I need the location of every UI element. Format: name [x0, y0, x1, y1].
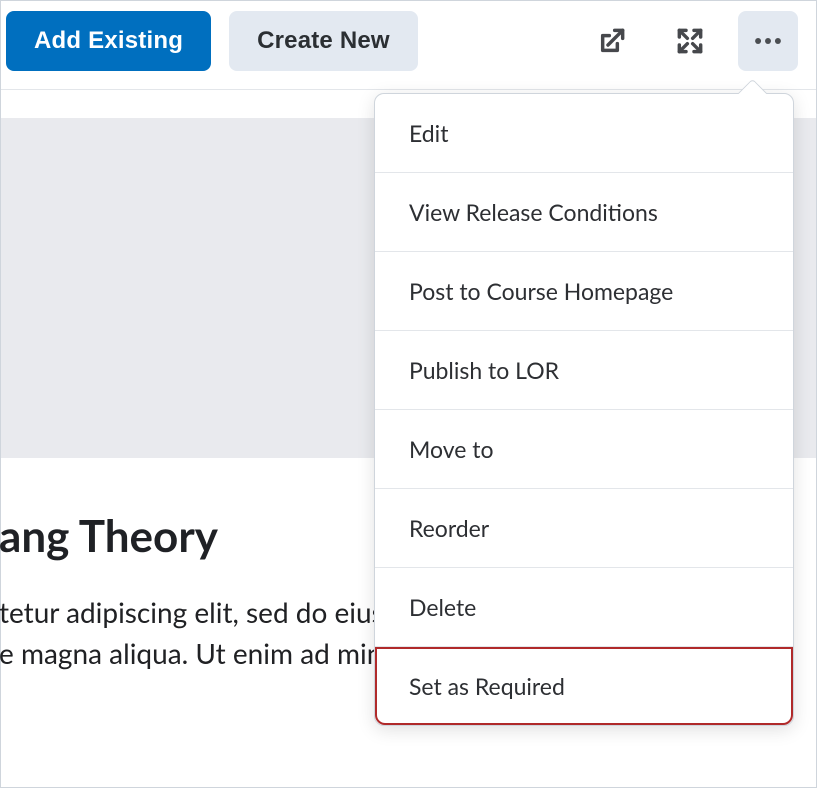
expand-icon: [674, 25, 706, 57]
dropdown-item-delete[interactable]: Delete: [375, 568, 793, 647]
dropdown-item-set-as-required[interactable]: Set as Required: [375, 647, 793, 725]
dropdown-item-edit[interactable]: Edit: [375, 94, 793, 173]
dropdown-item-publish-to-lor[interactable]: Publish to LOR: [375, 331, 793, 410]
dropdown-item-move-to[interactable]: Move to: [375, 410, 793, 489]
dropdown-item-view-release-conditions[interactable]: View Release Conditions: [375, 173, 793, 252]
create-new-button[interactable]: Create New: [229, 11, 418, 71]
ellipsis-icon: [751, 24, 785, 58]
external-link-icon: [596, 25, 628, 57]
more-actions-dropdown: EditView Release ConditionsPost to Cours…: [374, 93, 794, 726]
dropdown-item-reorder[interactable]: Reorder: [375, 489, 793, 568]
more-actions-button[interactable]: [738, 11, 798, 71]
dropdown-item-post-to-course-homepage[interactable]: Post to Course Homepage: [375, 252, 793, 331]
add-existing-button[interactable]: Add Existing: [6, 11, 211, 71]
open-new-window-button[interactable]: [582, 11, 642, 71]
fullscreen-button[interactable]: [660, 11, 720, 71]
toolbar: Add Existing Create New: [1, 1, 816, 90]
